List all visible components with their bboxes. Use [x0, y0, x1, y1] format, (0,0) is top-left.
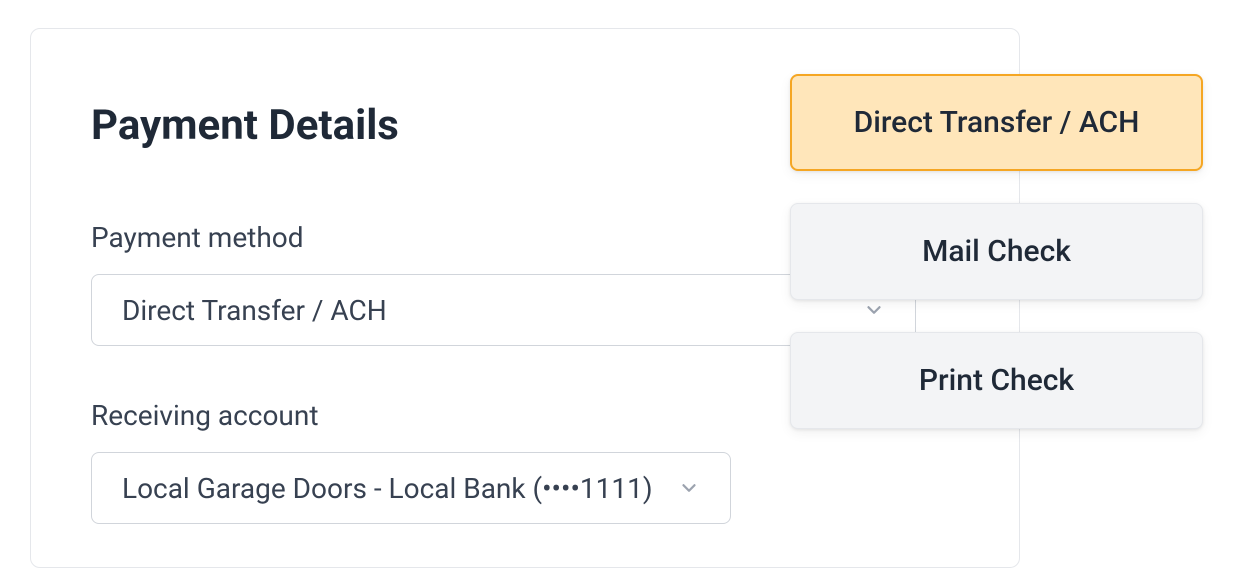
page-title: Payment Details — [91, 101, 399, 150]
menu-option-label: Print Check — [919, 363, 1074, 398]
receiving-account-value: Local Garage Doors - Local Bank (••••111… — [122, 472, 653, 505]
menu-option-direct-transfer[interactable]: Direct Transfer / ACH — [790, 74, 1203, 171]
receiving-account-select[interactable]: Local Garage Doors - Local Bank (••••111… — [91, 452, 731, 524]
menu-option-label: Direct Transfer / ACH — [854, 105, 1140, 140]
chevron-down-icon — [678, 477, 700, 499]
receiving-account-label: Receiving account — [91, 399, 731, 432]
payment-method-dropdown: Direct Transfer / ACH Mail Check Print C… — [790, 74, 1203, 461]
receiving-account-field: Receiving account Local Garage Doors - L… — [91, 399, 731, 524]
payment-method-value: Direct Transfer / ACH — [122, 294, 387, 327]
menu-option-mail-check[interactable]: Mail Check — [790, 203, 1203, 300]
menu-option-print-check[interactable]: Print Check — [790, 332, 1203, 429]
menu-option-label: Mail Check — [922, 234, 1071, 269]
